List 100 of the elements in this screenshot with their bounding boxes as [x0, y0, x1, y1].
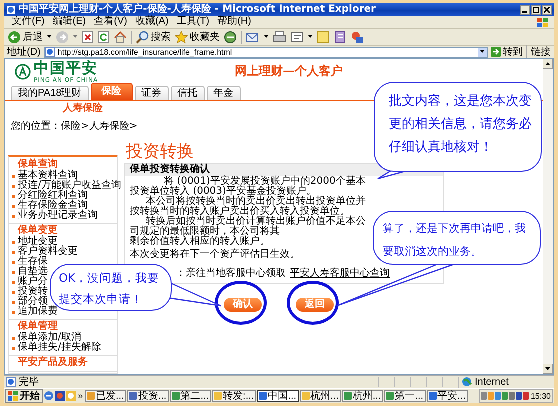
scroll-down-icon[interactable]	[543, 364, 553, 374]
sidebar-link[interactable]: 保单挂失/挂失解除	[18, 343, 102, 353]
sidebar-link[interactable]: 基本资料查询	[18, 171, 78, 181]
sidebar-link[interactable]: 生存保险金查询	[18, 201, 88, 211]
menu-item[interactable]: 工具(T)	[172, 16, 214, 28]
address-field[interactable]: http://stg.pa18.com/life_insurance/life_frame.html	[44, 46, 488, 58]
window-icon[interactable]	[259, 392, 268, 400]
sidebar-link[interactable]: 投资转	[18, 287, 48, 297]
caret-icon[interactable]	[264, 35, 269, 39]
taskbar-button[interactable]: 转发:...	[212, 390, 256, 402]
menu-item[interactable]: 查看(V)	[90, 16, 132, 28]
printer-icon[interactable]	[273, 30, 287, 44]
sidebar-link[interactable]: 保单添加/取消	[18, 333, 82, 343]
taskbar-button[interactable]: 投资...	[127, 390, 169, 402]
bullet-icon	[12, 250, 15, 254]
home-icon[interactable]	[114, 30, 127, 44]
search-icon[interactable]	[136, 30, 149, 44]
favorites-button[interactable]: 收藏夹	[175, 30, 220, 44]
nav-tab[interactable]: 信托	[170, 86, 205, 100]
page-title: 投资转换	[125, 143, 194, 163]
bullet-icon	[12, 204, 15, 208]
star-icon[interactable]	[175, 30, 188, 44]
address-label: 地址(D)	[7, 46, 41, 59]
menu-item[interactable]: 文件(F)	[8, 16, 49, 28]
search-button[interactable]: 搜索	[136, 30, 171, 44]
bullet-icon	[12, 290, 15, 294]
taskbar-button[interactable]: 第一...	[384, 390, 426, 402]
bullet-icon	[12, 336, 15, 340]
taskbar-button[interactable]: 已发...	[85, 390, 126, 402]
caret-icon[interactable]	[480, 50, 485, 54]
bullet-icon	[12, 270, 15, 274]
sidebar-link[interactable]: 客户资料变更	[18, 247, 78, 257]
more-button[interactable]: »	[77, 391, 84, 401]
bullet-icon	[12, 260, 15, 264]
callout: 算了，还是下次再申请吧，我要取消这次的业务。	[373, 211, 541, 265]
sidebar-link[interactable]: 账户分	[18, 277, 48, 287]
taskbar-button[interactable]: 中国...	[257, 390, 299, 402]
paragraph: 转换后如按当时卖出价计算转出账户价值不足本公司规定的最低限额时，本公司将其	[130, 217, 367, 237]
bullet-icon	[12, 310, 15, 314]
bullet-icon	[12, 280, 15, 284]
sidebar-heading: 保单变更	[16, 225, 59, 236]
window-icon[interactable]	[428, 392, 437, 400]
sidebar-link[interactable]: 业务办理记录查询	[18, 211, 98, 221]
taskbar-button[interactable]: 平安...	[426, 390, 468, 402]
windows-logo-icon	[536, 16, 550, 28]
nav-tab[interactable]: 我的PA18理财	[11, 86, 89, 100]
taskbar-button[interactable]: 杭州...	[342, 390, 384, 402]
mail-icon[interactable]	[246, 30, 260, 44]
sidebar-link[interactable]: 生存保	[18, 257, 48, 267]
caret-icon[interactable]	[47, 35, 52, 39]
status-text: 完毕	[19, 376, 40, 389]
nav-tab[interactable]: 年金	[206, 86, 241, 100]
window-title: 中国平安网上理财-个人客户-保险-人寿保险 - Microsoft Internet Explorer	[19, 4, 377, 16]
sidebar-link[interactable]: 自垫选	[18, 267, 48, 277]
windows-logo-icon[interactable]	[8, 391, 18, 401]
pickup-text: ：亲往当地客服中心领取	[176, 268, 286, 279]
sub-tab[interactable]: 人寿保险	[5, 101, 103, 117]
window-icon[interactable]	[386, 392, 394, 400]
sidebar-link[interactable]: 部分领	[18, 297, 48, 307]
callout: 批文内容，这是您本次变更的相关信息，请您务必仔细认真地核对！	[374, 82, 542, 172]
bullet-icon	[12, 194, 15, 198]
nav-tab[interactable]: 证券	[134, 86, 169, 100]
menu-item[interactable]: 收藏(A)	[131, 16, 173, 28]
arrow-left-icon[interactable]	[8, 30, 21, 44]
document-icon[interactable]	[291, 30, 304, 44]
menu-item[interactable]: 帮助(H)	[214, 16, 256, 28]
menu-item[interactable]: 编辑(E)	[48, 16, 90, 28]
window-icon[interactable]	[344, 392, 352, 400]
taskbar-button[interactable]: 杭州...	[300, 390, 341, 402]
sidebar-link[interactable]: 投连/万能账户收益查询	[18, 181, 122, 191]
service-link[interactable]: 平安人寿客服中心查询	[290, 268, 390, 279]
breadcrumb: 您的位置：保险>人寿保险>	[10, 120, 139, 134]
globe-icon	[462, 377, 472, 387]
paragraph: 本次变更将在下一个资产评估日生效。	[130, 250, 301, 260]
back-button[interactable]: 后退	[8, 30, 43, 44]
sidebar-heading: 保单管理	[16, 321, 58, 332]
scroll-up-icon[interactable]	[543, 59, 553, 69]
logo-text: 中国平安	[34, 59, 98, 77]
clock: 15:30	[530, 392, 551, 400]
note-icon[interactable]	[317, 30, 330, 44]
page-icon	[44, 47, 55, 57]
paragraph: 将 (0001)平安发展投资账户中的2000个基本投资单位转入 (0003)平安基金投资账户。	[130, 177, 367, 197]
caret-icon[interactable]	[308, 35, 313, 39]
window-icon[interactable]	[172, 392, 180, 400]
go-button[interactable]: 转到	[491, 45, 523, 59]
bullet-icon	[12, 346, 15, 350]
bullet-icon	[12, 184, 15, 188]
bullet-icon	[12, 214, 15, 218]
bullet-icon	[12, 300, 15, 304]
refresh-icon[interactable]	[98, 30, 110, 44]
window-icon[interactable]	[129, 392, 138, 400]
sidebar-link[interactable]: 分红险红利查询	[18, 191, 88, 201]
sidebar-link[interactable]: 地址变更	[18, 237, 58, 247]
taskbar-button[interactable]: 第二...	[170, 390, 212, 402]
dropdown-button[interactable]	[478, 48, 487, 56]
stop-icon[interactable]	[82, 30, 94, 44]
start-button[interactable]: 开始	[5, 389, 43, 403]
zone-text: Internet	[475, 376, 509, 388]
arrow-right-icon[interactable]	[491, 47, 501, 57]
book-icon[interactable]	[334, 30, 347, 44]
